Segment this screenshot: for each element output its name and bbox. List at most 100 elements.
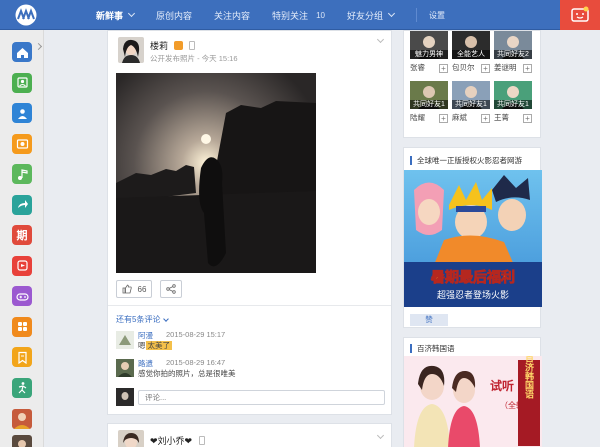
friend-photo[interactable]: 共同好友1 [410,81,448,109]
commenter-avatar[interactable] [116,359,134,377]
comment-item: 阿漫 2015-08-29 15:17 嗯太美了 [116,330,386,351]
rail-button-game-red[interactable] [12,255,32,276]
rail-button-friends[interactable] [12,103,32,123]
chevron-down-icon [163,315,170,322]
music-icon [17,168,28,180]
verified-user-icon [173,41,183,50]
chevron-down-icon [387,9,396,18]
ad-title[interactable]: 全球唯一正版授权火影忍者网游 [410,155,522,166]
nav-news-feed[interactable]: 新鲜事 [96,9,136,22]
message-icon [571,6,589,22]
ad-banner-main-text: 暑期最后福利 [431,269,515,285]
post-meta: 公开发布照片 - 今天 15:16 [150,54,238,63]
rail-button-period[interactable]: 期 [12,225,32,245]
my-avatar [116,388,134,406]
add-friend-button[interactable]: + [481,64,490,73]
comment-time: 2015-08-29 15:17 [166,330,226,339]
app-logo-icon[interactable] [10,4,42,26]
chevron-right-icon[interactable] [34,42,43,51]
post-author-name-text: ❤刘小乔❤ [150,436,193,446]
comment-highlighted-text: 太美了 [145,341,172,350]
comment-item: 路遗 2015-08-29 16:47 感觉你拍的照片，总是很唯美 [116,358,386,379]
rail-user-avatar[interactable] [12,409,32,429]
friend-tag: 共同好友1 [410,100,448,109]
add-friend-button[interactable]: + [523,114,532,123]
friend-photo[interactable]: 共同好友1 [494,81,532,109]
feed-post-card-next: ❤刘小乔❤ [107,423,392,447]
ad-like-button[interactable]: 赞 [410,314,448,326]
rail-button-photo[interactable] [12,133,32,154]
add-friend-button[interactable]: + [439,114,448,123]
nav-settings[interactable]: 设置 [429,10,445,21]
friend-photo[interactable]: 全能艺人 [452,31,490,59]
comment-time: 2015-08-29 16:47 [166,358,226,367]
gamepad-icon [15,292,29,301]
special-follow-count: 10 [316,10,325,20]
rail-button-share[interactable] [12,194,32,215]
post-author-name[interactable]: ❤刘小乔❤ [150,434,205,447]
comment-text-prefix: 嗯 [138,341,146,350]
comment-text: 嗯太美了 [138,340,172,351]
share-icon [17,200,28,208]
friend-suggestion: 共同好友1 王菁 + [494,81,536,123]
post-author-avatar[interactable] [118,37,144,63]
korean-ad-banner[interactable]: 试听 （全韩精外 百济韩国语 [404,356,542,447]
title-accent-bar [410,344,412,353]
post-options-chevron-icon[interactable] [376,35,385,44]
post-options-chevron-icon[interactable] [376,431,385,440]
ad-title-text: 全球唯一正版授权火影忍者网游 [417,156,522,165]
ad-title[interactable]: 百济韩国语 [410,343,455,354]
add-friend-button[interactable]: + [439,64,448,73]
rail-button-home[interactable] [12,42,32,62]
nav-original-content[interactable]: 原创内容 [156,9,192,22]
friend-photo[interactable]: 魅力男神 [410,31,448,59]
thumbs-up-icon [122,284,132,294]
friend-photo[interactable]: 共同好友2 [494,31,532,59]
chevron-down-icon [127,9,136,18]
nav-friend-groups[interactable]: 好友分组 [346,9,396,22]
top-navigation-bar: 新鲜事 原创内容 关注内容 特别关注 10 好友分组 设置 [0,0,600,30]
bookmark-icon [17,351,27,364]
nav-original-content-label: 原创内容 [156,10,193,21]
friend-suggestion: 共同好友1 麻斌 + [452,81,494,123]
friend-tag: 全能艺人 [452,50,490,59]
rail-button-bookmark[interactable] [12,347,32,367]
naruto-ad-banner[interactable]: 暑期最后福利 超强忍者登场火影 [404,170,542,307]
more-comments-text: 还有5条评论 [116,315,161,324]
language-ad-card: 百济韩国语 试听 （全韩精外 百济韩国语 [403,337,542,447]
device-icon [198,436,205,445]
friend-photo[interactable]: 共同好友1 [452,81,490,109]
notifications-button[interactable] [560,0,600,30]
recommended-friends-panel: 魅力男神 张睿 + 全能艺人 包贝尔 + 共同好友2 姜谜明 + 共同好友1 陆耀 + 共同好友1 麻斌… [403,30,541,138]
profile-icon [16,77,28,88]
game-red-icon [16,260,28,271]
nav-following-content[interactable]: 关注内容 [214,9,250,22]
rail-button-profile[interactable] [12,72,32,93]
like-button[interactable]: 66 [116,280,152,298]
more-comments-link[interactable]: 还有5条评论 [116,314,170,325]
rail-button-apps[interactable] [12,316,32,337]
post-photo[interactable] [116,73,316,273]
post-author-avatar[interactable] [118,430,144,447]
nav-special-follow[interactable]: 特别关注 10 [272,9,325,22]
post-author-name-text: 楼莉 [150,41,169,51]
comment-text: 感觉你拍的照片，总是很唯美 [138,369,236,378]
rail-user-avatar[interactable] [12,435,32,447]
rail-button-music[interactable] [12,164,32,184]
rail-button-gamepad[interactable] [12,286,32,306]
main-nav: 新鲜事 原创内容 关注内容 特别关注 10 好友分组 设置 [96,0,467,30]
add-friend-button[interactable]: + [481,114,490,123]
commenter-avatar[interactable] [116,331,134,349]
comment-input[interactable] [138,390,385,405]
post-author-name[interactable]: 楼莉 [150,39,196,52]
rail-button-fitness[interactable] [12,377,32,398]
nav-friend-groups-label: 好友分组 [346,10,383,21]
share-button[interactable] [160,280,182,298]
nav-divider [415,8,417,22]
friend-suggestion: 共同好友2 姜谜明 + [494,31,536,73]
add-friend-button[interactable]: + [523,64,532,73]
friend-tag: 共同好友1 [452,100,490,109]
home-icon [16,47,28,58]
ad-banner-text-3: 百济韩国语 [524,356,535,399]
nav-news-feed-label: 新鲜事 [96,10,124,21]
